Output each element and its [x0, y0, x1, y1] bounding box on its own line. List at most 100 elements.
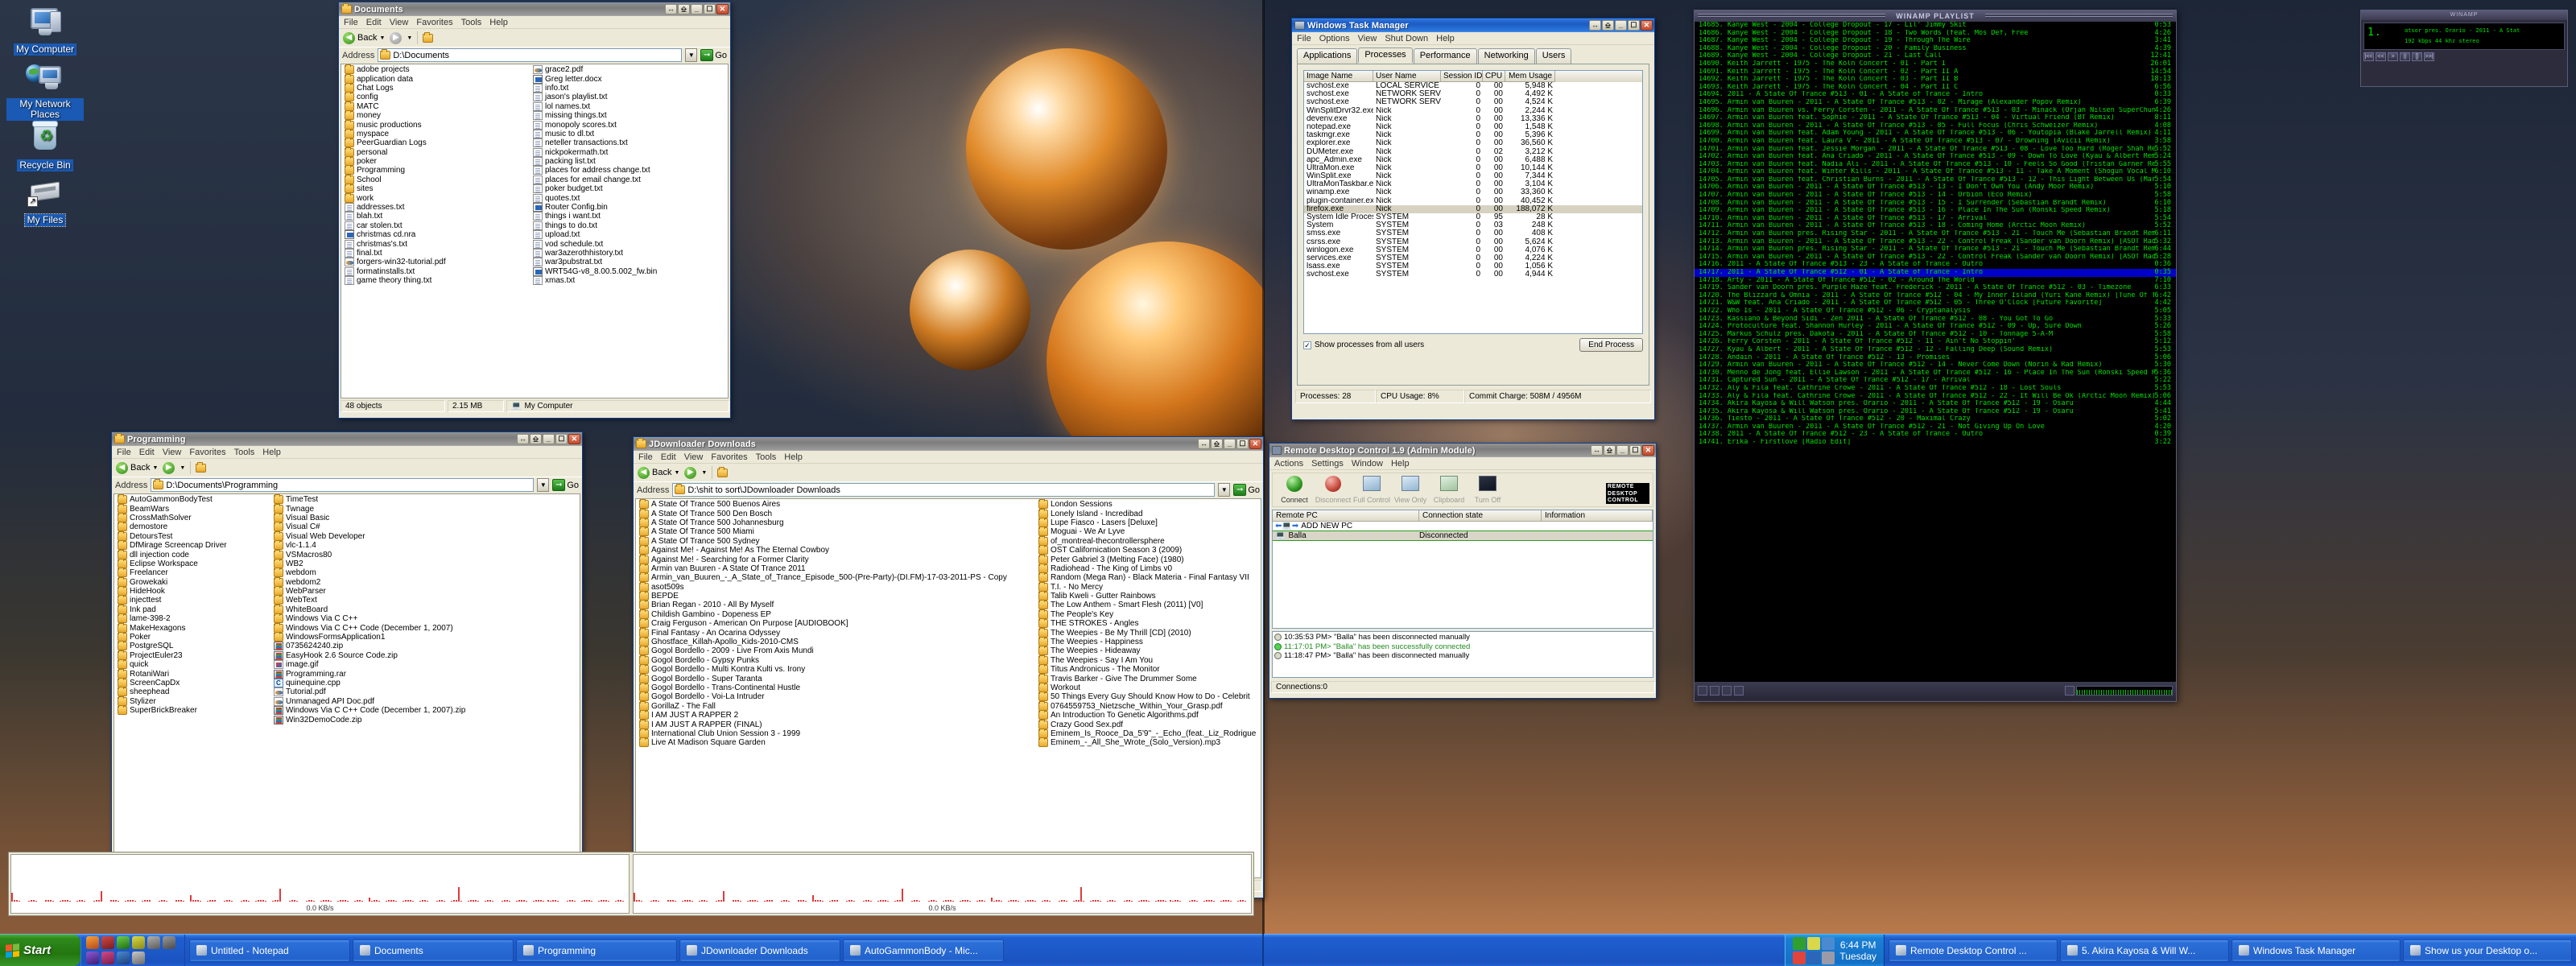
playlist-track[interactable]: 14727. Kyau & Albert - 2011 - A State Of… — [1695, 345, 2176, 354]
file-list-item[interactable]: Poker — [116, 632, 227, 642]
previous-button[interactable]: |<< — [2363, 52, 2374, 61]
notes-icon[interactable] — [132, 936, 145, 949]
process-row[interactable]: devenv.exe Nick 0 00 13,336 K — [1304, 115, 1642, 123]
file-list-item[interactable]: things to do.txt — [531, 221, 657, 230]
process-row[interactable]: apc_Admin.exe Nick 0 00 6,488 K — [1304, 156, 1642, 164]
playlist-track[interactable]: 14738. 2011 - A State Of Trance #512 - 2… — [1695, 431, 2176, 439]
rdc-pc-row[interactable]: 💻 Balla Disconnected — [1273, 531, 1653, 541]
menu-edit[interactable]: Edit — [139, 448, 155, 457]
up-folder-icon[interactable] — [717, 466, 729, 477]
file-list-item[interactable]: Ghostface_Killah-Apollo_Kids-2010-CMS — [638, 637, 1007, 647]
playlist-track[interactable]: 14728. Andain - 2011 - A State Of Trance… — [1695, 353, 2176, 362]
playlist-track[interactable]: 14697. Armin van Buuren feat. Sophie - 2… — [1695, 114, 2176, 122]
window-controls[interactable]: ↔ ⎒ _ ☐ ✕ — [1589, 20, 1653, 31]
taskbar-button[interactable]: Programming — [516, 939, 677, 962]
file-list-item[interactable]: webdom — [272, 568, 465, 578]
maximize-button[interactable]: ☐ — [1628, 20, 1640, 31]
file-list-item[interactable]: Gogol Bordello - Trans-Continental Hustl… — [638, 683, 1007, 692]
tab-networking[interactable]: Networking — [1477, 48, 1535, 64]
file-list-item[interactable]: Final Fantasy - An Ocarina Odyssey — [638, 627, 1007, 638]
file-list-item[interactable]: money — [343, 110, 446, 121]
address-input[interactable]: D:\shit to sort\JDownloader Downloads — [672, 483, 1216, 497]
go-button[interactable]: ➞ Go — [1233, 484, 1260, 496]
file-list-item[interactable]: Armin_van_Buuren_-_A_State_of_Trance_Epi… — [638, 572, 1007, 583]
playlist-track[interactable]: 14710. Armin van Buuren - 2011 - A State… — [1695, 214, 2176, 223]
end-process-button[interactable]: End Process — [1579, 338, 1643, 352]
playlist-track[interactable]: 14703. Armin van Buuren feat. Nadia Ali … — [1695, 160, 2176, 169]
file-list-item[interactable]: sites — [343, 184, 446, 194]
file-list-item[interactable]: Against Me! - Against Me! As The Eternal… — [638, 545, 1007, 555]
file-list-item[interactable]: Peter Gabriel 3 (Melting Face) (1980) — [1037, 554, 1256, 564]
show-desktop-icon[interactable] — [132, 952, 145, 964]
process-row[interactable]: explorer.exe Nick 0 00 36,560 K — [1304, 139, 1642, 147]
minimize-button[interactable]: _ — [1224, 439, 1236, 449]
menu-help[interactable]: Help — [262, 448, 281, 457]
go-button[interactable]: ➞ Go — [700, 49, 727, 61]
file-list-item[interactable]: PostgreSQL — [116, 641, 227, 651]
file-list-item[interactable]: School — [343, 174, 446, 184]
cascade-button[interactable]: ⎒ — [1602, 20, 1614, 31]
winamp-transport-controls[interactable]: |<< << > || [] >>| — [2361, 52, 2567, 64]
process-row[interactable]: lsass.exe SYSTEM 0 00 1,056 K — [1304, 262, 1642, 270]
process-row[interactable]: firefox.exe Nick 0 00 188,072 K — [1304, 204, 1642, 213]
stop-button[interactable]: [] — [2412, 52, 2422, 61]
file-list-item[interactable]: Growekaki — [116, 576, 227, 587]
menu-window[interactable]: Window — [1352, 459, 1383, 469]
playlist-track[interactable]: 14726. Ferry Corsten - 2011 - A State Of… — [1695, 338, 2176, 346]
menu-view[interactable]: View — [390, 18, 409, 27]
winamp-playlist-titlebar[interactable]: WINAMP PLAYLIST — [1695, 10, 2176, 22]
file-list-item[interactable]: The Low Anthem - Smart Flesh (2011) [V0] — [1037, 600, 1256, 610]
programming-window[interactable]: Programming ↔ ⎒ _ ☐ ✕ File Edit View Fav… — [111, 431, 583, 900]
col-session-id[interactable]: Session ID — [1441, 71, 1483, 82]
rdc-titlebar[interactable]: Remote Desktop Control 1.9 (Admin Module… — [1269, 444, 1656, 457]
back-button[interactable]: ◀ Back ▼ — [116, 461, 158, 474]
file-list-item[interactable]: 0764559753_Nietzsche_Within_Your_Grasp.p… — [1037, 700, 1256, 711]
file-list-item[interactable]: I AM JUST A RAPPER 2 — [638, 710, 1007, 720]
task-manager-window[interactable]: Windows Task Manager ↔ ⎒ _ ☐ ✕ File Opti… — [1291, 18, 1655, 420]
file-list-item[interactable]: PeerGuardian Logs — [343, 138, 446, 148]
file-list-item[interactable]: EasyHook 2.6 Source Code.zip — [272, 650, 465, 660]
process-row[interactable]: svchost.exe LOCAL SERVICE 0 00 5,948 K — [1304, 82, 1642, 90]
file-list-item[interactable]: myspace — [343, 128, 446, 138]
file-list-item[interactable]: webdom2 — [272, 576, 465, 587]
cascade-button[interactable]: ⎒ — [1604, 445, 1616, 456]
playlist-track[interactable]: 14737. Armin van Buuren - 2011 - A State… — [1695, 423, 2176, 431]
playlist-track[interactable]: 14735. Akira Kayosa & Will Watson pres. … — [1695, 407, 2176, 416]
file-list-item[interactable]: war3azerothhistory.txt — [531, 249, 657, 258]
file-list-item[interactable]: missing things.txt — [531, 111, 657, 121]
file-list-item[interactable]: I AM JUST A RAPPER (FINAL) — [638, 719, 1007, 729]
file-list-item[interactable]: injecttest — [116, 595, 227, 605]
menu-options[interactable]: Options — [1319, 34, 1350, 43]
window-controls[interactable]: ↔ ⎒ _ ☐ ✕ — [665, 4, 729, 14]
menu-help[interactable]: Help — [784, 452, 803, 462]
playlist-track[interactable]: 14696. Armin van Buuren vs. Ferry Corste… — [1695, 106, 2176, 115]
winamp-playlist-controls[interactable] — [1695, 682, 2176, 700]
col-user-name[interactable]: User Name — [1373, 71, 1441, 82]
file-list-item[interactable]: Windows Via C C++ — [272, 613, 465, 624]
process-row[interactable]: taskmgr.exe Nick 0 00 5,396 K — [1304, 131, 1642, 139]
playlist-track[interactable]: 14686. Kanye West - 2004 - College Dropo… — [1695, 29, 2176, 38]
file-list-item[interactable]: WindowsFormsApplication1 — [272, 632, 465, 642]
file-list-item[interactable]: Armin van Buuren - A State Of Trance 201… — [638, 563, 1007, 573]
menu-file[interactable]: File — [1297, 34, 1311, 43]
playlist-track[interactable]: 14707. Armin van Buuren - 2011 - A State… — [1695, 191, 2176, 200]
playlist-track[interactable]: 14700. Armin van Buuren feat. Laura V - … — [1695, 137, 2176, 146]
back-dropdown-icon[interactable]: ▼ — [152, 465, 158, 471]
file-list-item[interactable]: jason's playlist.txt — [531, 93, 657, 102]
taskbar-button[interactable]: Windows Task Manager — [2231, 939, 2401, 962]
tool-icon[interactable] — [147, 936, 160, 949]
file-list-item[interactable]: T.I. - No Mercy — [1037, 581, 1256, 592]
address-input[interactable]: D:\Documents\Programming — [151, 478, 535, 492]
file-list-item[interactable]: BEPDE — [638, 591, 1007, 601]
rewind-button[interactable]: << — [2376, 52, 2386, 61]
file-list-item[interactable]: poker budget.txt — [531, 184, 657, 194]
file-list-item[interactable]: Live At Madison Square Garden — [638, 737, 1007, 748]
file-list-item[interactable]: HideHook — [116, 586, 227, 597]
back-button[interactable]: ◀ Back ▼ — [638, 466, 679, 479]
file-list-item[interactable]: dll injection code — [116, 549, 227, 559]
file-list-item[interactable]: MakeHexagons — [116, 622, 227, 633]
process-row[interactable]: UltraMon.exe Nick 0 00 10,144 K — [1304, 164, 1642, 172]
programming-addressbar[interactable]: Address D:\Documents\Programming ▼ ➞ Go — [112, 477, 582, 493]
close-button[interactable]: ✕ — [1249, 439, 1261, 449]
tab-applications[interactable]: Applications — [1297, 48, 1358, 64]
